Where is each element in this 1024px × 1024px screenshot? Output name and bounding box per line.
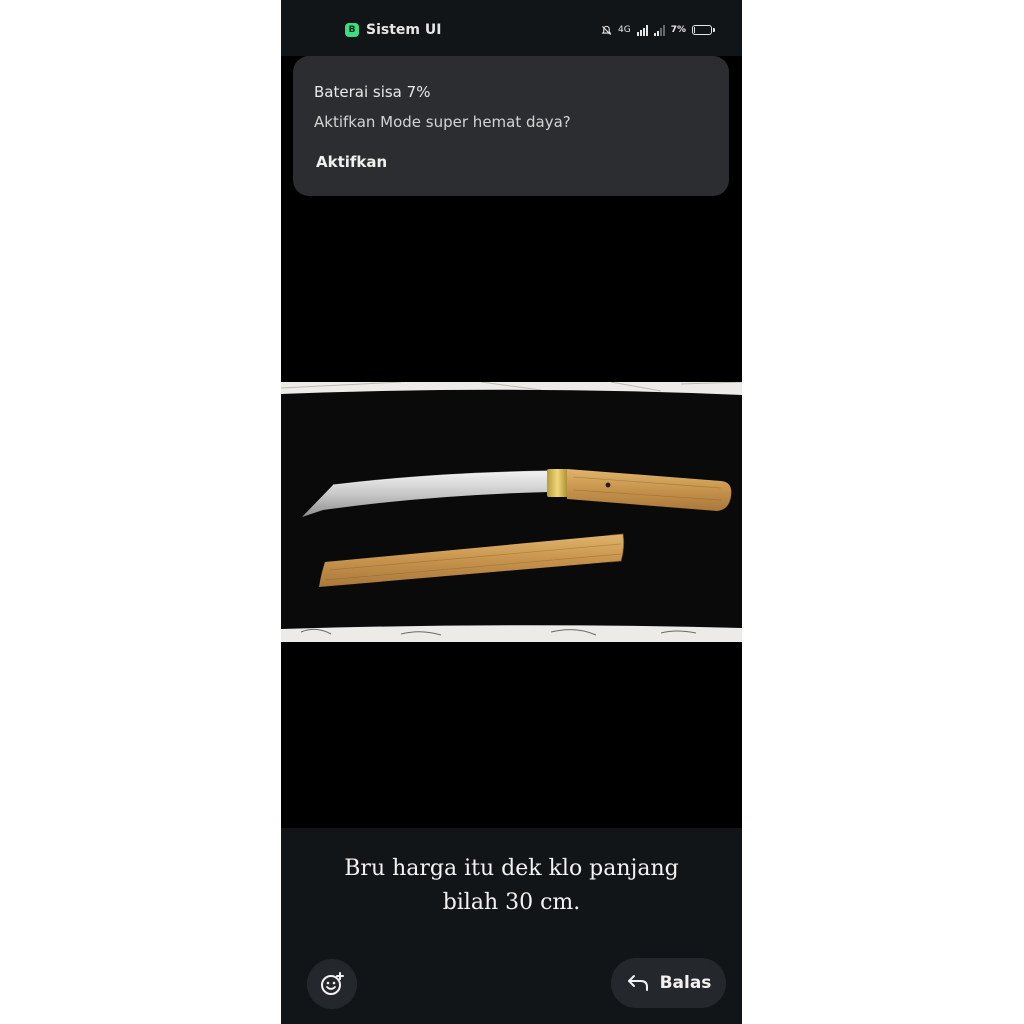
- message-photo[interactable]: [281, 382, 742, 642]
- phone-screen: B Sistem UI 4G 7% Baterai sisa 7% Aktifk…: [281, 0, 742, 1024]
- mute-bell-icon: [601, 25, 612, 35]
- notification-body: Aktifkan Mode super hemat daya?: [314, 113, 571, 131]
- network-type: 4G: [618, 25, 631, 35]
- reply-label: Balas: [659, 973, 712, 993]
- status-app-indicator: B Sistem UI: [345, 20, 441, 40]
- emoji-reaction-button[interactable]: [307, 959, 357, 1009]
- tanto-knife-image: [281, 382, 742, 642]
- reply-button[interactable]: Balas: [611, 958, 726, 1008]
- caption-panel: Bru harga itu dek klo panjang bilah 30 c…: [281, 828, 742, 1024]
- status-app-name: Sistem UI: [366, 22, 442, 38]
- signal-icon-2: [653, 24, 665, 36]
- reply-arrow-icon: [627, 975, 648, 991]
- app-badge-icon: B: [345, 23, 359, 37]
- signal-icon: [636, 24, 648, 36]
- message-caption: Bru harga itu dek klo panjang bilah 30 c…: [344, 856, 679, 915]
- activate-button[interactable]: Aktifkan: [316, 153, 387, 171]
- battery-percent: 7%: [670, 25, 686, 35]
- battery-notification[interactable]: Baterai sisa 7% Aktifkan Mode super hema…: [293, 56, 729, 196]
- battery-level: [694, 27, 695, 33]
- notification-title: Baterai sisa 7%: [314, 83, 431, 101]
- status-icons: 4G 7%: [601, 20, 715, 40]
- status-bar: B Sistem UI 4G 7%: [281, 0, 742, 56]
- battery-icon: [692, 25, 715, 35]
- emoji-add-icon: [321, 972, 344, 995]
